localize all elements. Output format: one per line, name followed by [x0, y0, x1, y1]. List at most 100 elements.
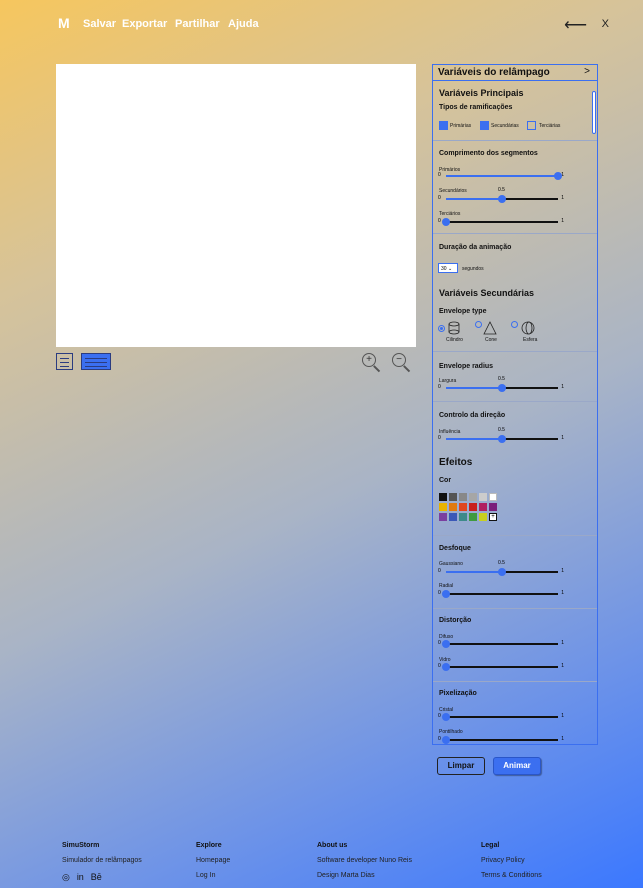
slider-value: 0.5 — [498, 427, 505, 433]
add-color-swatch[interactable]: + — [489, 513, 497, 521]
slider-track[interactable] — [446, 593, 558, 595]
lightning-canvas[interactable] — [56, 64, 416, 347]
menu-salvar[interactable]: Salvar — [83, 18, 116, 30]
top-nav: M Salvar Exportar Partilhar Ajuda ⟵ X — [58, 15, 609, 35]
slider-radial[interactable]: 01 — [438, 589, 564, 599]
slider-knob[interactable] — [498, 195, 506, 203]
checkbox-secundarias[interactable] — [480, 121, 489, 130]
slider-pontilhado[interactable]: 01 — [438, 735, 564, 744]
color-swatch[interactable] — [459, 503, 467, 511]
list-view-icon[interactable] — [56, 353, 73, 370]
color-swatch[interactable] — [489, 493, 497, 501]
slider-influencia[interactable]: 0 1 0.5 — [438, 427, 564, 444]
footer-link-homepage[interactable]: Homepage — [196, 857, 230, 864]
color-swatch[interactable] — [469, 503, 477, 511]
footer-link-login[interactable]: Log In — [196, 872, 230, 879]
color-swatch[interactable] — [439, 513, 447, 521]
slider-min: 0 — [438, 640, 441, 646]
slider-cristal[interactable]: 01 — [438, 712, 564, 722]
envelope-type-label: Envelope type — [439, 308, 487, 315]
slider-terciarios[interactable]: 01 — [438, 217, 564, 227]
slider-knob[interactable] — [442, 736, 450, 744]
effects-heading: Efeitos — [439, 457, 473, 468]
clear-button[interactable]: Limpar — [437, 757, 485, 775]
panel-header[interactable]: Variáveis do relâmpago > — [433, 65, 597, 81]
menu-exportar[interactable]: Exportar — [122, 18, 167, 30]
color-label: Cor — [439, 477, 452, 484]
slider-knob[interactable] — [498, 435, 506, 443]
footer-link-privacy[interactable]: Privacy Policy — [481, 857, 542, 864]
slider-knob[interactable] — [498, 568, 506, 576]
slider-knob[interactable] — [442, 218, 450, 226]
slider-gaussiano[interactable]: 0 1 0.5 — [438, 560, 564, 577]
slider-knob[interactable] — [442, 640, 450, 648]
menu-partilhar[interactable]: Partilhar — [175, 18, 220, 30]
footer-link-design[interactable]: Design Marta Dias — [317, 872, 412, 879]
color-swatch[interactable] — [449, 493, 457, 501]
close-button[interactable]: X — [602, 18, 609, 30]
slider-max: 1 — [561, 435, 564, 441]
zoom-out-icon[interactable]: − — [388, 349, 412, 373]
slider-track[interactable] — [446, 739, 558, 741]
chevron-right-icon[interactable]: > — [584, 66, 590, 77]
main-vars-heading: Variáveis Principais — [439, 88, 524, 98]
slider-largura[interactable]: 0 1 0.5 — [438, 376, 564, 393]
divider — [433, 140, 597, 141]
slider-knob[interactable] — [498, 384, 506, 392]
animate-button[interactable]: Animar — [493, 757, 541, 775]
logo[interactable]: M — [58, 15, 70, 31]
cone-icon — [483, 321, 497, 335]
slider-vidro[interactable]: 01 — [438, 662, 564, 672]
back-arrow-icon[interactable]: ⟵ — [564, 15, 587, 35]
footer-link-developer[interactable]: Software developer Nuno Reis — [317, 857, 412, 864]
slider-min: 0 — [438, 590, 441, 596]
slider-secundarios[interactable]: 0 1 0.5 — [438, 187, 564, 204]
slider-knob[interactable] — [442, 590, 450, 598]
color-swatch[interactable] — [439, 493, 447, 501]
slider-difuso[interactable]: 01 — [438, 639, 564, 649]
footer-title: About us — [317, 842, 348, 849]
slider-knob[interactable] — [442, 663, 450, 671]
color-swatch[interactable] — [449, 513, 457, 521]
slider-track[interactable] — [446, 643, 558, 645]
duration-value: 30 — [441, 266, 447, 272]
slider-max: 1 — [561, 640, 564, 646]
radio-cilindro[interactable] — [438, 325, 445, 332]
color-swatch[interactable] — [489, 503, 497, 511]
slider-primarios[interactable]: 01 — [438, 171, 564, 181]
checkbox-primarias[interactable] — [439, 121, 448, 130]
color-swatch[interactable] — [469, 493, 477, 501]
behance-icon[interactable]: Bē — [91, 872, 102, 882]
linkedin-icon[interactable]: in — [77, 872, 84, 882]
instagram-icon[interactable]: ◎ — [62, 872, 70, 882]
slider-knob[interactable] — [442, 713, 450, 721]
color-swatch[interactable] — [479, 493, 487, 501]
duration-select[interactable]: 30 ⌄ — [438, 263, 458, 273]
slider-knob[interactable] — [554, 172, 562, 180]
footer-title: Explore — [196, 842, 222, 849]
panel-title: Variáveis do relâmpago — [438, 67, 550, 78]
color-swatch[interactable] — [449, 503, 457, 511]
pixel-heading: Pixelização — [439, 690, 477, 697]
sphere-icon — [521, 321, 535, 335]
color-swatch[interactable] — [469, 513, 477, 521]
footer-title: Legal — [481, 842, 500, 849]
slider-track[interactable] — [446, 221, 558, 223]
color-swatch[interactable] — [459, 493, 467, 501]
menu-ajuda[interactable]: Ajuda — [228, 18, 259, 30]
color-swatch[interactable] — [439, 503, 447, 511]
color-swatch[interactable] — [459, 513, 467, 521]
wide-view-icon[interactable] — [81, 353, 111, 370]
checkbox-terciarias[interactable] — [527, 121, 536, 130]
slider-fill — [446, 387, 502, 389]
slider-track[interactable] — [446, 716, 558, 718]
zoom-in-icon[interactable]: + — [358, 349, 382, 373]
footer-link-terms[interactable]: Terms & Conditions — [481, 872, 542, 879]
scrollbar[interactable] — [592, 91, 596, 134]
color-swatch[interactable] — [479, 513, 487, 521]
divider — [433, 351, 597, 352]
radio-cone[interactable] — [475, 321, 482, 328]
radio-esfera[interactable] — [511, 321, 518, 328]
slider-track[interactable] — [446, 666, 558, 668]
color-swatch[interactable] — [479, 503, 487, 511]
